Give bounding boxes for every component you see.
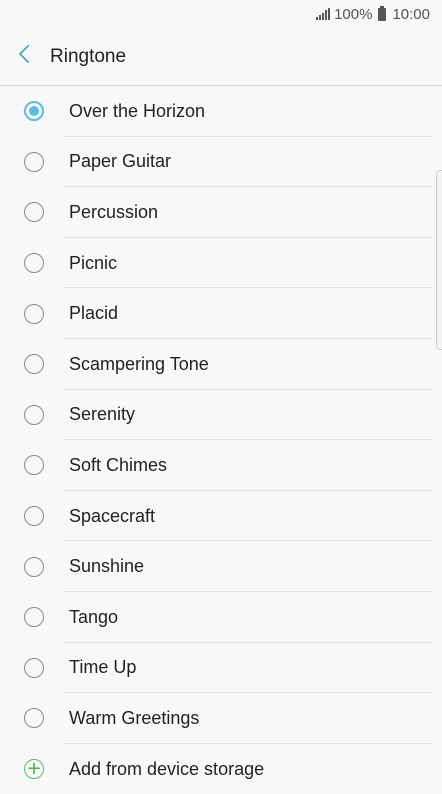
ringtone-label: Placid bbox=[69, 303, 119, 324]
ringtone-label: Spacecraft bbox=[69, 505, 156, 526]
radio-control bbox=[23, 353, 45, 375]
ringtone-label: Paper Guitar bbox=[69, 151, 172, 172]
signal-icon bbox=[316, 8, 331, 20]
radio-control bbox=[23, 657, 45, 679]
ringtone-option[interactable]: Time Up bbox=[0, 643, 442, 694]
ringtone-option[interactable]: Over the Horizon bbox=[0, 86, 442, 137]
ringtone-label: Over the Horizon bbox=[69, 100, 206, 121]
ringtone-option[interactable]: Warm Greetings bbox=[0, 693, 442, 744]
plus-icon: + bbox=[24, 759, 44, 780]
ringtone-label: Sunshine bbox=[69, 556, 145, 577]
radio-control bbox=[23, 303, 45, 325]
ringtone-option[interactable]: Tango bbox=[0, 592, 442, 643]
radio-control bbox=[23, 556, 45, 578]
ringtone-option[interactable]: Paper Guitar bbox=[0, 137, 442, 188]
radio-unchecked-icon[interactable] bbox=[24, 202, 44, 223]
radio-control bbox=[23, 100, 45, 122]
radio-unchecked-icon[interactable] bbox=[24, 303, 44, 324]
ringtone-list: Over the Horizon Paper Guitar Percussion Pi… bbox=[0, 86, 442, 794]
radio-unchecked-icon[interactable] bbox=[24, 506, 44, 527]
ringtone-label: Percussion bbox=[69, 201, 159, 222]
status-bar: 100% 10:00 bbox=[0, 0, 442, 28]
ringtone-option[interactable]: Scampering Tone bbox=[0, 339, 442, 390]
back-button[interactable] bbox=[0, 33, 48, 81]
ringtone-label: Serenity bbox=[69, 404, 136, 425]
radio-control bbox=[23, 707, 45, 729]
ringtone-label: Tango bbox=[69, 606, 119, 627]
ringtone-label: Scampering Tone bbox=[69, 353, 209, 374]
page-title: Ringtone bbox=[50, 45, 127, 67]
radio-checked-icon[interactable] bbox=[24, 101, 44, 122]
ringtone-option[interactable]: Placid bbox=[0, 288, 442, 339]
app-bar: Ringtone bbox=[0, 28, 442, 86]
radio-control bbox=[23, 505, 45, 527]
ringtone-option[interactable]: Picnic bbox=[0, 238, 442, 289]
ringtone-option[interactable]: Sunshine bbox=[0, 541, 442, 592]
battery-icon bbox=[378, 5, 387, 21]
ringtone-label: Time Up bbox=[69, 657, 137, 678]
ringtone-label: Warm Greetings bbox=[69, 707, 200, 728]
chevron-left-icon bbox=[18, 45, 30, 68]
radio-control bbox=[23, 252, 45, 274]
ringtone-option[interactable]: Soft Chimes bbox=[0, 440, 442, 491]
radio-unchecked-icon[interactable] bbox=[24, 404, 44, 425]
radio-unchecked-icon[interactable] bbox=[24, 607, 44, 628]
add-control: + bbox=[23, 758, 45, 780]
ringtone-label: Picnic bbox=[69, 252, 118, 273]
ringtone-option[interactable]: Percussion bbox=[0, 187, 442, 238]
radio-unchecked-icon[interactable] bbox=[24, 253, 44, 274]
radio-control bbox=[23, 606, 45, 628]
radio-unchecked-icon[interactable] bbox=[24, 151, 44, 172]
scroll-indicator[interactable] bbox=[436, 170, 442, 350]
battery-percent: 100% bbox=[334, 5, 373, 23]
radio-control bbox=[23, 404, 45, 426]
ringtone-label: Soft Chimes bbox=[69, 454, 168, 475]
radio-unchecked-icon[interactable] bbox=[24, 556, 44, 577]
add-from-storage-button[interactable]: + Add from device storage bbox=[0, 744, 442, 794]
radio-control bbox=[23, 151, 45, 173]
radio-unchecked-icon[interactable] bbox=[24, 455, 44, 476]
ringtone-option[interactable]: Spacecraft bbox=[0, 491, 442, 542]
radio-control bbox=[23, 201, 45, 223]
ringtone-option[interactable]: Serenity bbox=[0, 390, 442, 441]
add-from-storage-label: Add from device storage bbox=[69, 758, 265, 779]
clock: 10:00 bbox=[392, 5, 430, 23]
radio-unchecked-icon[interactable] bbox=[24, 657, 44, 678]
radio-control bbox=[23, 454, 45, 476]
radio-unchecked-icon[interactable] bbox=[24, 708, 44, 729]
radio-dot bbox=[29, 106, 39, 117]
radio-unchecked-icon[interactable] bbox=[24, 354, 44, 375]
